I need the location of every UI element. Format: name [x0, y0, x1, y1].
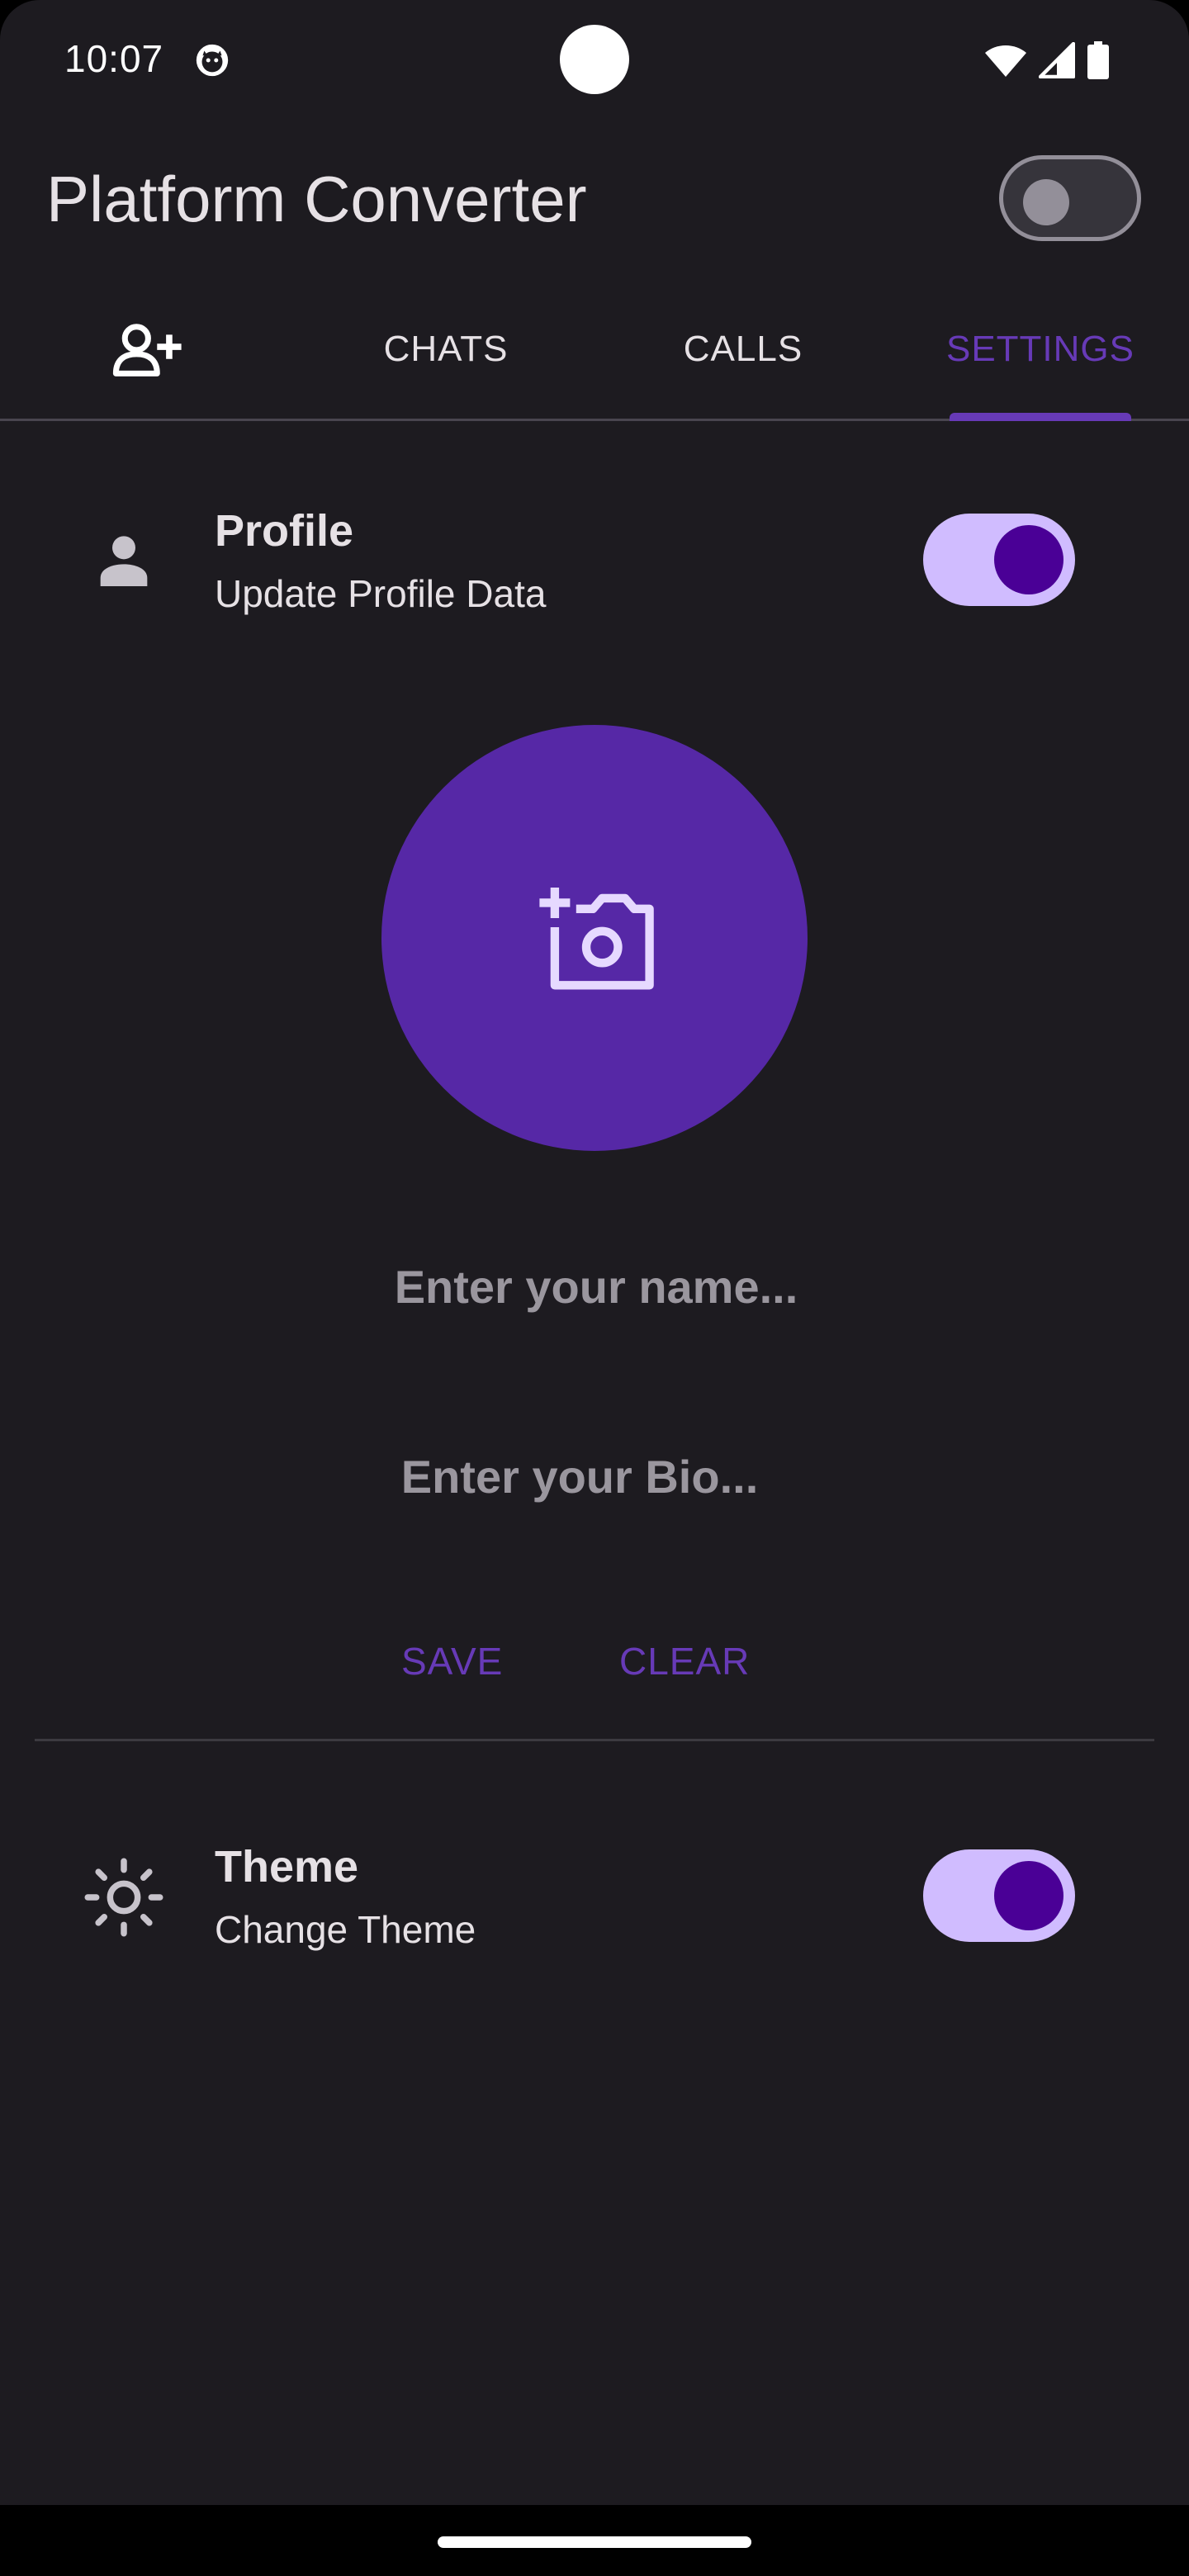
tab-settings[interactable]: SETTINGS — [892, 279, 1189, 419]
avatar-picker[interactable] — [381, 725, 808, 1151]
person-add-icon — [112, 323, 182, 376]
profile-title: Profile — [215, 506, 354, 556]
profile-toggle-thumb — [994, 525, 1063, 594]
status-time: 10:07 — [64, 37, 164, 80]
signal-icon — [1039, 42, 1075, 78]
bio-input[interactable] — [347, 1438, 812, 1514]
theme-subtitle: Change Theme — [215, 1908, 476, 1951]
name-input[interactable] — [363, 1248, 829, 1324]
status-icons — [984, 41, 1110, 79]
status-bar: 10:07 — [0, 0, 1189, 122]
battery-icon — [1087, 41, 1109, 79]
tab-calls[interactable]: CALLS — [594, 279, 892, 419]
app-notification-icon — [196, 44, 229, 77]
home-indicator[interactable] — [438, 2536, 751, 2548]
app-title: Platform Converter — [46, 163, 587, 235]
clear-button[interactable]: CLEAR — [619, 1628, 750, 1694]
theme-toggle[interactable] — [923, 1849, 1075, 1942]
wifi-icon — [985, 45, 1026, 77]
theme-setting-row[interactable]: Theme Change Theme — [0, 1831, 1189, 1963]
tab-bar: CHATS CALLS SETTINGS — [0, 279, 1189, 421]
section-divider — [35, 1739, 1154, 1741]
tab-chats[interactable]: CHATS — [297, 279, 594, 419]
camera-cutout — [560, 25, 629, 94]
tab-indicator — [950, 413, 1131, 421]
add-a-photo-icon — [539, 887, 654, 990]
app-screen: 10:07 Platform Converter CHATS CALLS SET… — [0, 0, 1189, 2576]
system-nav-bar — [0, 2505, 1189, 2576]
profile-setting-row[interactable]: Profile Update Profile Data — [0, 495, 1189, 627]
platform-switch[interactable] — [999, 155, 1141, 241]
tab-add-contact[interactable] — [0, 279, 297, 419]
platform-switch-thumb — [1023, 179, 1069, 225]
app-bar: Platform Converter — [0, 122, 1189, 279]
person-icon — [83, 520, 165, 603]
save-button[interactable]: SAVE — [401, 1628, 503, 1694]
sun-icon — [83, 1856, 165, 1939]
profile-toggle[interactable] — [923, 514, 1075, 606]
theme-toggle-thumb — [994, 1861, 1063, 1930]
theme-title: Theme — [215, 1842, 359, 1892]
profile-subtitle: Update Profile Data — [215, 572, 547, 615]
